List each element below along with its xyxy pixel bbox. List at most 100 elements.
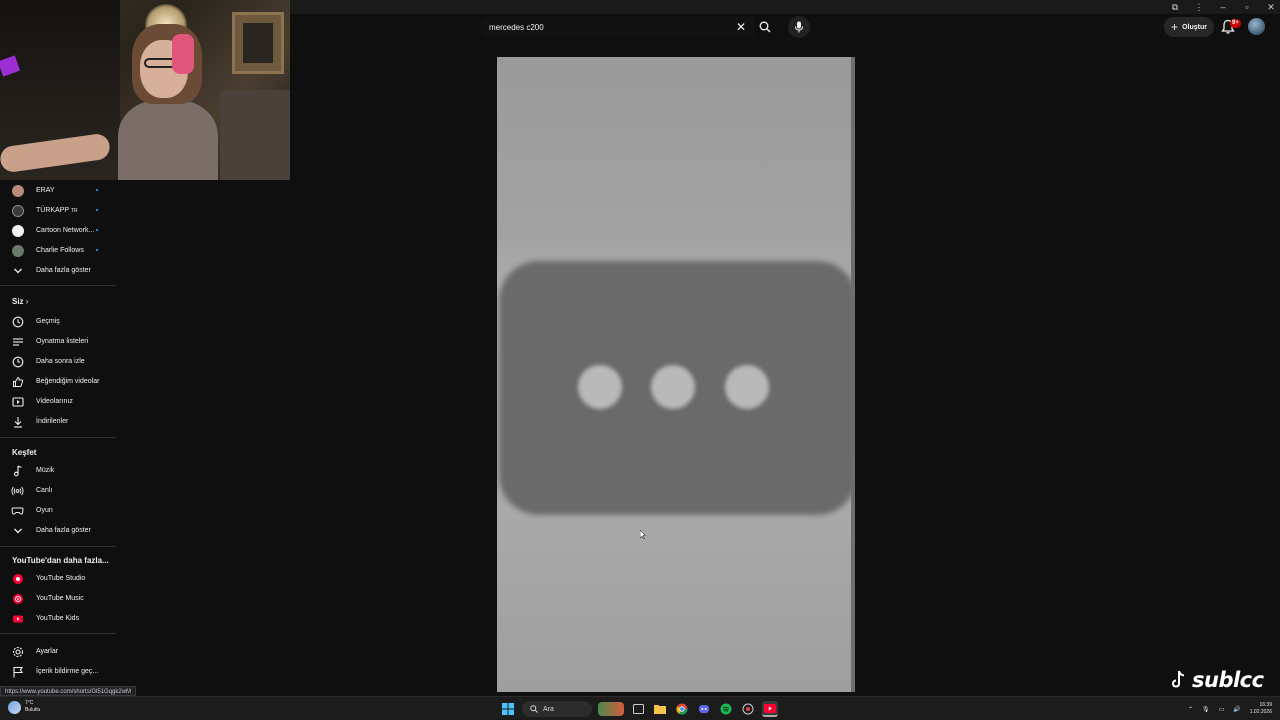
file-explorer-icon[interactable] — [652, 701, 668, 717]
windows-logo-icon — [502, 703, 514, 715]
sidebar-item-live[interactable]: Canlı — [0, 480, 116, 500]
divider — [0, 633, 116, 634]
like-icon — [12, 376, 23, 387]
taskbar-search[interactable]: Ara — [522, 701, 592, 717]
system-tray: ⌃ 🎙 ▭ 🔊 16:39 1.02.2026 — [1188, 700, 1272, 718]
sidebar-item-history[interactable]: Geçmiş — [0, 311, 116, 331]
explore-section-title: Keşfet — [12, 448, 37, 457]
new-content-dot — [96, 229, 98, 231]
more-from-youtube-title: YouTube'dan daha fazla... — [12, 556, 109, 565]
live-icon — [11, 486, 24, 495]
channel-avatar — [11, 204, 24, 217]
notification-count-badge: 9+ — [1230, 19, 1241, 28]
show-more-label: Daha fazla göster — [36, 526, 91, 534]
account-avatar[interactable] — [1248, 18, 1265, 35]
voice-search-button[interactable] — [788, 16, 810, 38]
search-bar[interactable] — [480, 16, 754, 38]
flag-icon — [12, 666, 23, 677]
weather-temp: 7°C — [25, 700, 34, 706]
gaming-icon — [11, 507, 24, 515]
shorts-video-player[interactable] — [497, 57, 855, 692]
sidebar-item-label: Canlı — [36, 486, 53, 494]
search-icon — [530, 705, 538, 713]
divider — [0, 437, 116, 438]
sidebar-item-label: İçerik bildirme geç... — [36, 667, 99, 675]
channel-avatar — [11, 244, 24, 257]
divider — [0, 285, 116, 286]
sidebar-item-label: Geçmiş — [36, 317, 60, 325]
search-button[interactable] — [756, 18, 774, 36]
task-view-icon[interactable] — [630, 701, 646, 717]
sidebar-channel-charlie-follows[interactable]: Charlie Follows — [0, 240, 116, 260]
show-more-channels-button[interactable]: Daha fazla göster — [0, 260, 116, 280]
sidebar-item-gaming[interactable]: Oyun — [0, 500, 116, 520]
search-input[interactable] — [489, 22, 719, 32]
your-videos-icon — [11, 396, 24, 407]
typing-dot — [578, 365, 622, 409]
sidebar-item-your-videos[interactable]: Videolarınız — [0, 391, 116, 411]
sidebar-item-label: Ayarlar — [36, 647, 59, 655]
sidebar-item-playlists[interactable]: Oynatma listeleri — [0, 331, 116, 351]
typing-dot — [651, 365, 695, 409]
mouse-cursor-icon — [640, 530, 646, 539]
sidebar-item-youtube-studio[interactable]: YouTube Studio — [0, 568, 116, 588]
channel-label: Cartoon Network... — [36, 226, 95, 234]
show-more-explore-button[interactable]: Daha fazla göster — [0, 520, 116, 540]
network-icon[interactable]: ▭ — [1219, 706, 1225, 713]
divider — [0, 546, 116, 547]
volume-icon[interactable]: 🔊 — [1233, 706, 1240, 713]
clock-time: 16:39 — [1259, 702, 1272, 708]
chevron-down-icon — [13, 268, 22, 273]
sidebar-item-music[interactable]: Müzik — [0, 460, 116, 480]
sidebar-item-liked-videos[interactable]: Beğendiğim videolar — [0, 371, 116, 391]
sidebar-item-label: Müzik — [36, 466, 55, 474]
start-button[interactable] — [500, 701, 516, 717]
chevron-right-icon: › — [25, 297, 29, 306]
extensions-icon[interactable]: ⧉ — [1170, 2, 1180, 13]
youtube-studio-icon — [12, 573, 23, 584]
taskbar-clock[interactable]: 16:39 1.02.2026 — [1250, 702, 1272, 716]
chrome-icon[interactable] — [674, 701, 690, 717]
microphone-tray-icon[interactable]: 🎙 — [1202, 706, 1210, 713]
watermark-text: sublcc — [1192, 668, 1264, 692]
sidebar-item-report-history[interactable]: İçerik bildirme geç... — [0, 661, 116, 681]
taskbar-search-label: Ara — [543, 705, 554, 713]
close-window-icon[interactable]: ✕ — [1266, 2, 1276, 13]
sidebar-item-youtube-music[interactable]: YouTube Music — [0, 588, 116, 608]
maximize-icon[interactable]: ▫ — [1242, 2, 1252, 12]
weather-icon — [8, 700, 21, 714]
you-section-title[interactable]: Siz › — [12, 297, 28, 306]
discord-icon[interactable] — [696, 701, 712, 717]
history-icon — [12, 316, 23, 327]
new-content-dot — [96, 189, 98, 191]
sidebar-item-label: Oynatma listeleri — [36, 337, 89, 345]
settings-gear-icon — [12, 646, 23, 657]
sidebar-channel-turkapp[interactable]: TÜRKAPP TR — [0, 200, 116, 220]
sidebar-channel-eray[interactable]: ERAY — [0, 180, 116, 200]
news-widget-icon[interactable] — [598, 702, 624, 716]
weather-widget[interactable]: 7°C Bulutlu — [8, 700, 40, 714]
spotify-icon[interactable] — [718, 701, 734, 717]
obs-icon[interactable] — [740, 701, 756, 717]
more-options-icon[interactable]: ⋮ — [1194, 2, 1204, 13]
sidebar-item-downloads[interactable]: İndirilenler — [0, 411, 116, 431]
new-content-dot — [96, 209, 98, 211]
sidebar-channel-cartoon-network[interactable]: Cartoon Network... — [0, 220, 116, 240]
create-button[interactable]: + Oluştur — [1164, 17, 1214, 37]
clock-date: 1.02.2026 — [1249, 709, 1272, 715]
sidebar-item-label: Videolarınız — [36, 397, 73, 405]
sidebar-item-youtube-kids[interactable]: YouTube Kids — [0, 608, 116, 628]
sidebar-item-watch-later[interactable]: Daha sonra izle — [0, 351, 116, 371]
tray-chevron-up-icon[interactable]: ⌃ — [1188, 706, 1193, 713]
youtube-app-icon[interactable] — [762, 701, 778, 717]
channel-label: TÜRKAPP TR — [36, 206, 78, 214]
show-more-label: Daha fazla göster — [36, 266, 91, 274]
new-content-dot — [96, 249, 98, 251]
minimize-icon[interactable]: – — [1218, 2, 1228, 12]
watch-later-icon — [12, 356, 23, 367]
clear-search-icon[interactable]: ✕ — [733, 19, 749, 35]
sidebar-item-settings[interactable]: Ayarlar — [0, 641, 116, 661]
streamer-watermark: sublcc — [1170, 665, 1264, 695]
typing-dot — [725, 365, 769, 409]
microphone-icon — [795, 21, 803, 33]
